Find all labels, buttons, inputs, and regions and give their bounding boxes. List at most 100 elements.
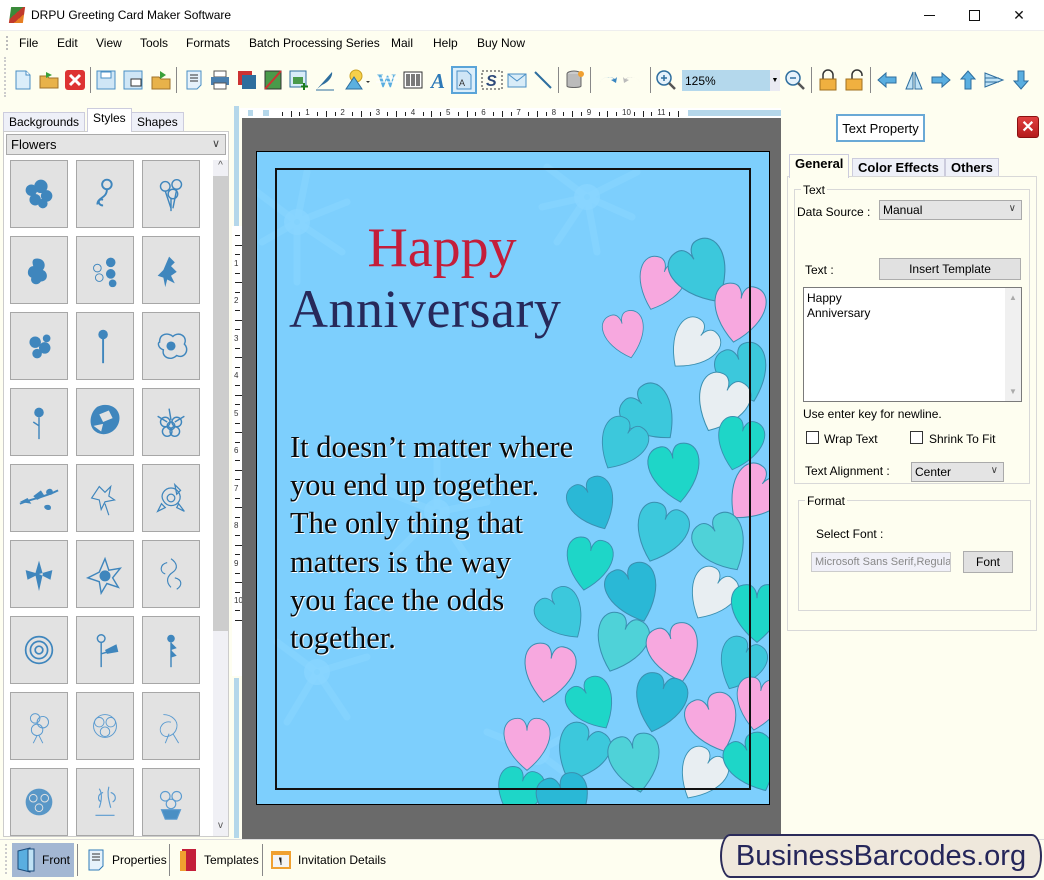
card-heading-anniversary[interactable]: Anniversary — [289, 278, 561, 340]
style-thumbnail[interactable] — [142, 388, 200, 456]
save-as-button[interactable] — [122, 68, 144, 92]
unlock-button[interactable] — [843, 68, 865, 92]
front-view-button[interactable]: Front — [12, 843, 75, 877]
minimize-button[interactable] — [906, 0, 952, 31]
menu-batch-processing[interactable]: Batch Processing Series — [249, 36, 380, 50]
flip-button[interactable] — [903, 68, 925, 92]
text-input[interactable]: Happy Anniversary ▲ ▼ — [803, 287, 1022, 402]
scroll-down-icon[interactable]: ▼ — [1005, 384, 1021, 399]
style-thumbnail[interactable] — [10, 160, 68, 228]
style-thumbnail[interactable] — [76, 236, 134, 304]
style-thumbnail[interactable] — [142, 616, 200, 684]
tab-color-effects[interactable]: Color Effects — [852, 158, 945, 177]
menu-file[interactable]: File — [19, 36, 38, 50]
style-thumbnail[interactable] — [10, 616, 68, 684]
barcode-button[interactable] — [402, 68, 424, 92]
card-body-line[interactable]: together. — [290, 621, 396, 656]
greeting-card[interactable]: Happy Anniversary It doesn’t matter wher… — [256, 151, 770, 805]
style-thumbnail[interactable] — [10, 692, 68, 760]
move-left-button[interactable] — [876, 68, 898, 92]
style-thumbnail[interactable] — [76, 616, 134, 684]
insert-template-button[interactable]: Insert Template — [879, 258, 1021, 280]
style-thumbnail[interactable] — [10, 464, 68, 532]
card-body-line[interactable]: It doesn’t matter where — [290, 430, 573, 465]
invitation-details-button[interactable]: Invitation Details — [266, 843, 390, 877]
style-thumbnail[interactable] — [142, 768, 200, 836]
align-button[interactable] — [983, 68, 1005, 92]
text-box-button[interactable]: A — [451, 66, 477, 94]
style-thumbnail[interactable] — [142, 464, 200, 532]
style-thumbnail[interactable] — [142, 236, 200, 304]
style-thumbnail[interactable] — [10, 236, 68, 304]
export-button[interactable] — [150, 68, 172, 92]
card-body-line[interactable]: you face the odds — [290, 583, 504, 618]
close-document-button[interactable] — [64, 68, 86, 92]
move-right-button[interactable] — [930, 68, 952, 92]
style-thumbnail[interactable] — [142, 312, 200, 380]
lock-button[interactable] — [817, 68, 839, 92]
picture-button[interactable] — [262, 68, 284, 92]
wrap-text-checkbox[interactable] — [806, 431, 819, 444]
templates-view-button[interactable]: Templates — [174, 843, 263, 877]
close-panel-button[interactable]: ✕ — [1017, 116, 1039, 138]
style-thumbnail[interactable] — [76, 160, 134, 228]
save-button[interactable] — [95, 68, 117, 92]
card-body-line[interactable]: The only thing that — [290, 506, 523, 541]
style-thumbnail[interactable] — [76, 692, 134, 760]
shrink-to-fit-label[interactable]: Shrink To Fit — [929, 432, 995, 446]
signature-button[interactable] — [314, 68, 336, 92]
style-thumbnail[interactable] — [76, 768, 134, 836]
properties-view-button[interactable]: Properties — [82, 843, 171, 877]
style-thumbnail[interactable] — [142, 540, 200, 608]
style-thumbnail[interactable] — [76, 540, 134, 608]
styled-text-button[interactable]: S — [481, 68, 503, 92]
menu-formats[interactable]: Formats — [186, 36, 230, 50]
menu-mail[interactable]: Mail — [391, 36, 413, 50]
text-alignment-select[interactable]: Center ∨ — [911, 462, 1004, 482]
scroll-up-icon[interactable]: ^ — [213, 160, 228, 176]
tab-styles[interactable]: Styles — [87, 108, 132, 132]
background-button[interactable] — [236, 68, 258, 92]
style-thumbnail[interactable] — [10, 312, 68, 380]
style-thumbnail[interactable] — [142, 692, 200, 760]
menu-view[interactable]: View — [96, 36, 122, 50]
data-source-select[interactable]: Manual ∨ — [879, 200, 1022, 220]
card-body-line[interactable]: you end up together. — [290, 468, 539, 503]
undo-button[interactable] — [596, 68, 618, 92]
tab-others[interactable]: Others — [945, 158, 999, 177]
move-down-button[interactable] — [1010, 68, 1032, 92]
zoom-level-select[interactable]: 125% ▼ — [682, 70, 780, 91]
zoom-out-button[interactable] — [784, 68, 806, 92]
category-select[interactable]: Flowers ∨ — [6, 134, 226, 155]
style-thumbnail[interactable] — [76, 312, 134, 380]
tab-shapes[interactable]: Shapes — [131, 112, 184, 131]
email-button[interactable] — [506, 68, 528, 92]
open-button[interactable] — [38, 68, 60, 92]
insert-image-button[interactable] — [288, 68, 310, 92]
style-thumbnail[interactable] — [10, 388, 68, 456]
wrap-text-label[interactable]: Wrap Text — [824, 432, 878, 446]
design-canvas[interactable]: Happy Anniversary It doesn’t matter wher… — [242, 118, 781, 839]
scroll-down-icon[interactable]: v — [213, 820, 228, 836]
menu-help[interactable]: Help — [433, 36, 458, 50]
redo-button[interactable] — [622, 68, 644, 92]
style-thumbnail[interactable] — [10, 768, 68, 836]
style-thumbnail[interactable] — [10, 540, 68, 608]
move-up-button[interactable] — [957, 68, 979, 92]
shapes-button[interactable] — [342, 68, 372, 92]
font-button[interactable]: Font — [963, 551, 1013, 573]
menu-tools[interactable]: Tools — [140, 36, 168, 50]
text-button[interactable]: A — [428, 68, 450, 92]
print-button[interactable] — [209, 68, 231, 92]
zoom-in-button[interactable] — [655, 68, 677, 92]
style-thumbnail[interactable] — [76, 388, 134, 456]
tab-general[interactable]: General — [789, 154, 850, 178]
new-button[interactable] — [12, 68, 34, 92]
menu-buy-now[interactable]: Buy Now — [477, 36, 525, 50]
styles-scrollbar[interactable]: ^ v — [213, 160, 228, 836]
scroll-up-icon[interactable]: ▲ — [1005, 290, 1021, 305]
maximize-button[interactable] — [951, 0, 997, 31]
database-button[interactable] — [564, 68, 586, 92]
menu-edit[interactable]: Edit — [57, 36, 78, 50]
line-button[interactable] — [532, 68, 554, 92]
